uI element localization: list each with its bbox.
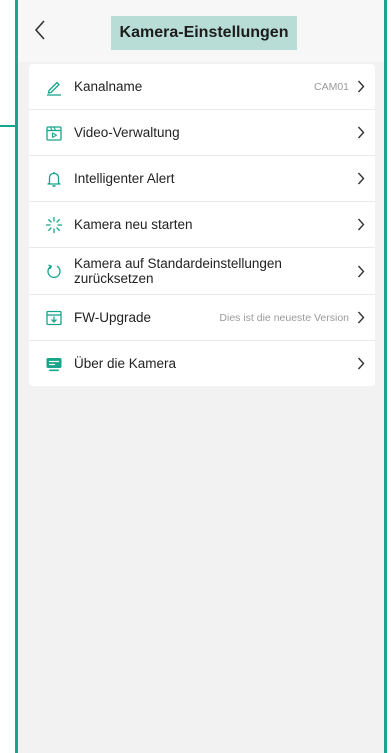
chevron-right-icon	[355, 80, 367, 94]
settings-item-value: CAM01	[313, 80, 349, 93]
phone-screen: Kamera-Einstellungen Kanalname CAM01 Vid…	[15, 0, 387, 753]
title-highlight: Kamera-Einstellungen	[111, 16, 297, 50]
callout-line	[0, 125, 15, 127]
bell-icon	[44, 169, 64, 189]
page-title: Kamera-Einstellungen	[119, 24, 289, 41]
settings-item-label: Intelligenter Alert	[74, 171, 175, 186]
reset-icon	[44, 261, 64, 281]
download-icon	[44, 308, 64, 328]
settings-item-werkseinstellungen[interactable]: Kamera auf Standardeinstellungen zurücks…	[29, 248, 375, 295]
chevron-right-icon	[355, 264, 367, 278]
settings-item-label: Kanalname	[74, 79, 143, 94]
settings-item-intelligenter-alert[interactable]: Intelligenter Alert	[29, 156, 375, 202]
settings-item-label: Über die Kamera	[74, 356, 177, 371]
loading-spinner-icon	[44, 215, 64, 235]
chevron-right-icon	[355, 357, 367, 371]
chevron-right-icon	[355, 172, 367, 186]
chevron-right-icon	[355, 218, 367, 232]
chevron-right-icon	[355, 126, 367, 140]
settings-item-ueber-die-kamera[interactable]: Über die Kamera	[29, 341, 375, 386]
pencil-icon	[44, 77, 64, 97]
settings-item-video-verwaltung[interactable]: Video-Verwaltung	[29, 110, 375, 156]
settings-item-value: Dies ist die neueste Version	[219, 311, 349, 324]
settings-item-kanalname[interactable]: Kanalname CAM01	[29, 64, 375, 110]
settings-item-fw-upgrade[interactable]: FW-Upgrade Dies ist die neueste Version	[29, 295, 375, 341]
settings-item-label: Kamera auf Standardeinstellungen zurücks…	[74, 256, 282, 286]
chevron-right-icon	[355, 311, 367, 325]
settings-list: Kanalname CAM01 Video-Verwaltung Intelli…	[29, 64, 375, 386]
monitor-icon	[44, 354, 64, 374]
top-bar: Kamera-Einstellungen	[18, 0, 384, 62]
back-button[interactable]	[28, 18, 52, 46]
video-calendar-icon	[44, 123, 64, 143]
settings-item-kamera-neu-starten[interactable]: Kamera neu starten	[29, 202, 375, 248]
settings-item-label: Kamera neu starten	[74, 217, 193, 232]
settings-item-label: Video-Verwaltung	[74, 125, 180, 140]
settings-item-label: FW-Upgrade	[74, 310, 152, 325]
chevron-left-icon	[34, 19, 46, 45]
